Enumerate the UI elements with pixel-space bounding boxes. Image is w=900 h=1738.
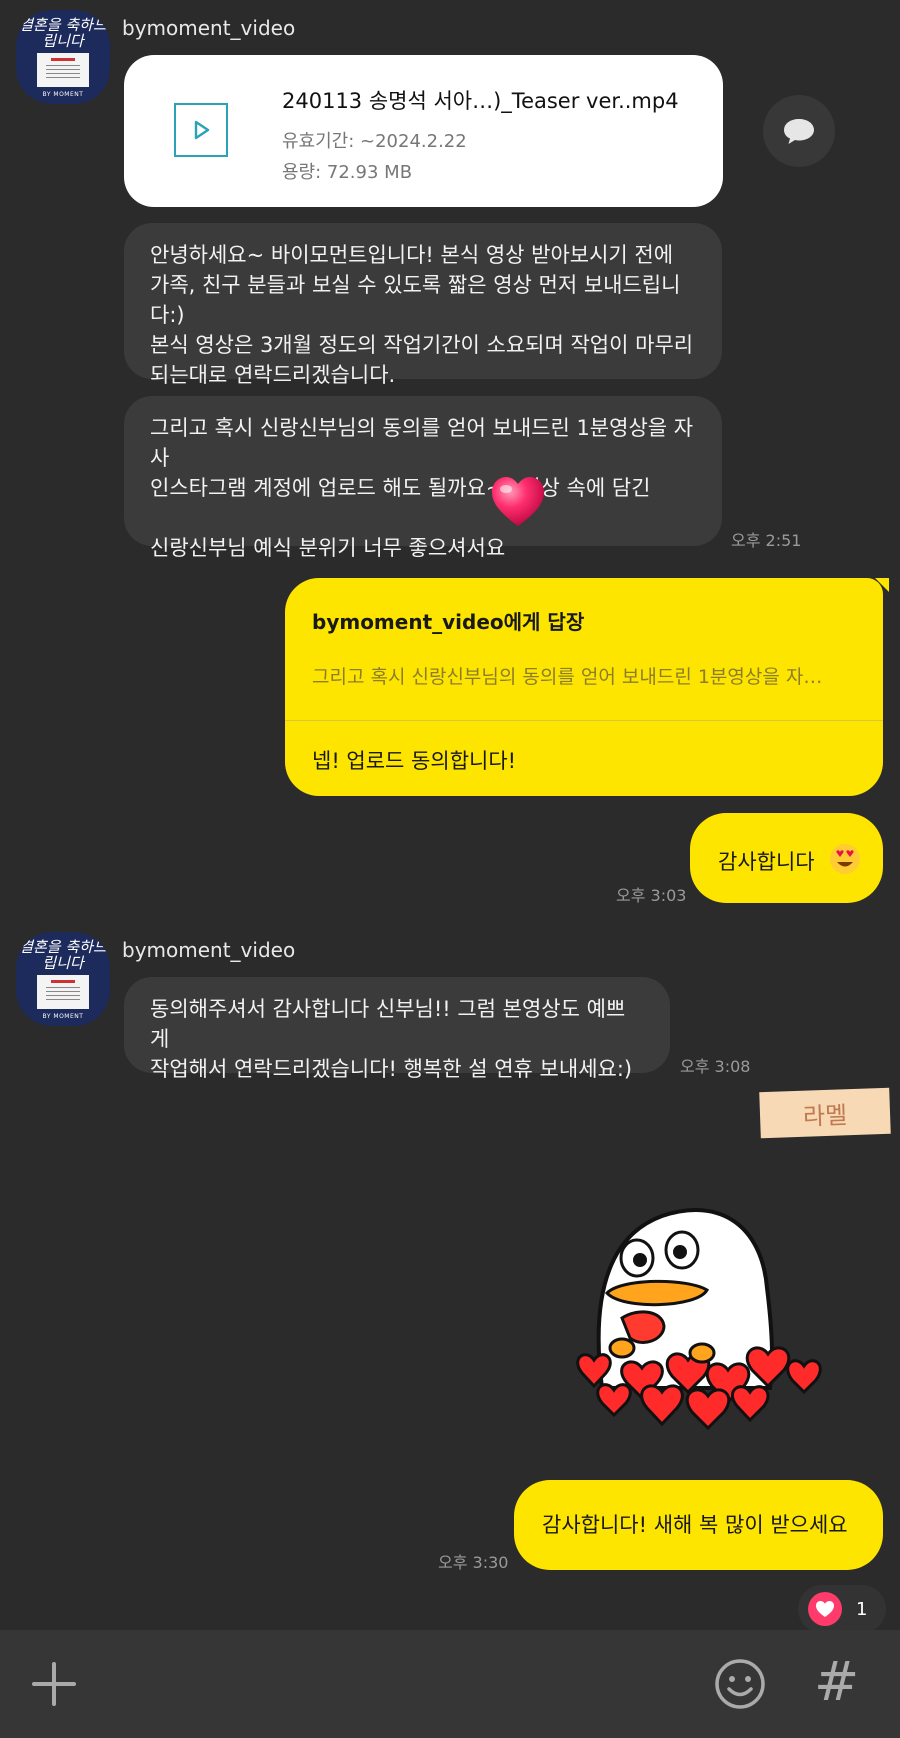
avatar-script-text: 결혼을 축하드립니다	[19, 937, 107, 972]
reply-text: 넵! 업로드 동의합니다!	[312, 749, 517, 773]
bubble-tail	[875, 578, 889, 592]
message-bubble-agree: 동의해주셔서 감사합니다 신부님!! 그럼 본영상도 예쁘게 작업해서 연락드리…	[124, 977, 670, 1081]
message-bubble-request: 그리고 혹시 신랑신부님의 동의를 얻어 보내드린 1분영상을 자사 인스타그램…	[124, 396, 722, 560]
file-size: 용량: 72.93 MB	[282, 162, 413, 183]
message-bubble-thanks: 감사합니다	[690, 813, 883, 903]
play-icon[interactable]	[174, 103, 228, 157]
reaction-badge[interactable]: 1	[798, 1585, 886, 1633]
sticker-label: 라멜	[759, 1087, 891, 1139]
avatar-brand: BY MOMENT	[42, 90, 84, 98]
heart-emoji	[490, 475, 546, 533]
reaction-count: 1	[856, 1598, 868, 1620]
file-name: 240113 송명석 서아…)_Teaser ver..mp4	[282, 89, 679, 113]
sender-name: bymoment_video	[122, 16, 296, 40]
timestamp: 오후 2:51	[731, 531, 802, 550]
reply-divider	[285, 720, 883, 721]
file-expiry: 유효기간: ~2024.2.22	[282, 131, 467, 152]
sender-name: bymoment_video	[122, 938, 296, 962]
sender-avatar[interactable]: 결혼을 축하드립니다 BY MOMENT	[16, 932, 110, 1026]
reply-quote[interactable]: 그리고 혹시 신랑신부님의 동의를 얻어 보내드린 1분영상을 자…	[312, 662, 852, 689]
message-bubble-intro: 안녕하세요~ 바이모먼트입니다! 본식 영상 받아보시기 전에 가족, 친구 분…	[124, 223, 722, 387]
reply-message-card[interactable]: bymoment_video에게 답장 그리고 혹시 신랑신부님의 동의를 얻어…	[285, 578, 889, 796]
avatar-brand: BY MOMENT	[42, 1012, 84, 1020]
duck-sticker[interactable]	[552, 1198, 842, 1442]
heart-icon	[808, 1592, 842, 1626]
smiley-icon[interactable]	[714, 1658, 766, 1710]
timestamp: 오후 3:30	[438, 1553, 509, 1572]
avatar-card-graphic	[37, 974, 89, 1009]
speech-bubble-icon[interactable]	[763, 95, 835, 167]
timestamp: 오후 3:03	[616, 886, 687, 905]
avatar-card-graphic	[37, 52, 89, 87]
heart-eyes-emoji	[829, 843, 861, 883]
message-bubble-new-year: 감사합니다! 새해 복 많이 받으세요	[514, 1480, 883, 1570]
avatar-script-text: 결혼을 축하드립니다	[19, 15, 107, 50]
thanks-text: 감사합니다	[718, 850, 815, 874]
timestamp: 오후 3:08	[680, 1057, 751, 1076]
chat-room: 결혼을 축하드립니다 BY MOMENT bymoment_video 2401…	[0, 0, 900, 1738]
plus-icon[interactable]	[30, 1660, 78, 1708]
message-input-bar: #	[0, 1630, 900, 1738]
reply-target: bymoment_video에게 답장	[312, 610, 585, 634]
hash-icon[interactable]: #	[814, 1650, 859, 1713]
sender-avatar[interactable]: 결혼을 축하드립니다 BY MOMENT	[16, 10, 110, 104]
video-file-card[interactable]: 240113 송명석 서아…)_Teaser ver..mp4 유효기간: ~2…	[124, 55, 723, 207]
